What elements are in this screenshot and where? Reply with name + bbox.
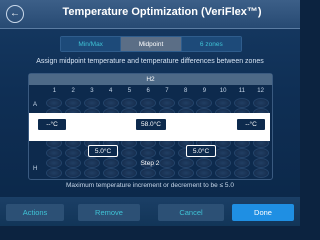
decrement-label: °C decrement xyxy=(83,131,121,137)
column-number: 9 xyxy=(202,88,207,94)
tab-midpoint[interactable]: Midpoint xyxy=(120,37,181,51)
column-number: 12 xyxy=(257,88,264,94)
zone-6-label: Zone 6 xyxy=(240,131,260,137)
plate-well[interactable] xyxy=(83,168,100,178)
column-number: 2 xyxy=(71,88,75,94)
increment-label: °C increment xyxy=(182,131,218,137)
zone-6-temp-field[interactable]: --°C xyxy=(236,118,266,131)
plate-well[interactable] xyxy=(196,168,213,178)
tab-6-zones[interactable]: 6 zones xyxy=(180,37,241,51)
column-number: 11 xyxy=(238,88,245,94)
actions-button[interactable]: Actions xyxy=(6,204,64,221)
decrement-field[interactable]: 5.0°C xyxy=(88,145,118,157)
plate-well[interactable] xyxy=(215,168,232,178)
right-arrow-line xyxy=(166,123,234,124)
page-title: Temperature Optimization (VeriFlex™) xyxy=(62,6,262,18)
midpoint-label: Midpoint xyxy=(138,131,162,137)
zone-1-temp-field[interactable]: --°C xyxy=(37,118,67,131)
right-arrow-icon: ▶ xyxy=(228,120,233,126)
left-arrow-line xyxy=(66,123,134,124)
midpoint-temp-field[interactable]: 58.0°C xyxy=(135,118,167,131)
increment-field[interactable]: 5.0°C xyxy=(186,145,216,157)
column-number: 4 xyxy=(108,88,113,94)
max-note: Maximum temperature increment or decreme… xyxy=(66,182,234,189)
column-number: 1 xyxy=(52,88,57,94)
column-numbers: 1 2 3 4 5 6 7 8 9 10 11 12 xyxy=(45,88,270,96)
plate-well[interactable] xyxy=(46,98,63,108)
plate-well[interactable] xyxy=(158,168,175,178)
plate-well[interactable] xyxy=(46,148,63,158)
plate-well[interactable] xyxy=(65,98,82,108)
column-number: 10 xyxy=(219,88,227,94)
done-button[interactable]: Done xyxy=(232,204,294,221)
plate-well[interactable] xyxy=(102,98,119,108)
plate-well[interactable] xyxy=(177,168,194,178)
plate-well[interactable] xyxy=(121,148,138,158)
step-label: Step 2 xyxy=(140,160,160,167)
plate-well[interactable] xyxy=(196,98,213,108)
column-number: 7 xyxy=(165,88,169,94)
instruction-text: Assign midpoint temperature and temperat… xyxy=(36,58,264,65)
plate-well[interactable] xyxy=(102,168,119,178)
remove-button[interactable]: Remove xyxy=(78,204,140,221)
tab-min-max[interactable]: Min/Max xyxy=(61,37,121,51)
plate-well[interactable] xyxy=(233,168,250,178)
plate-well[interactable] xyxy=(252,168,269,178)
plate-well[interactable] xyxy=(121,168,138,178)
plate-well[interactable] xyxy=(233,148,250,158)
plate-well[interactable] xyxy=(46,168,63,178)
plate-well[interactable] xyxy=(83,98,100,108)
column-number: 3 xyxy=(90,88,94,94)
plate-well[interactable] xyxy=(177,98,194,108)
plate-well[interactable] xyxy=(215,148,232,158)
zone-1-label: Zone 1 xyxy=(41,131,61,137)
plate-well[interactable] xyxy=(121,98,138,108)
column-number: 5 xyxy=(127,88,132,94)
plate-well[interactable] xyxy=(158,148,175,158)
back-arrow-icon[interactable]: ← xyxy=(6,5,24,23)
plate-well[interactable] xyxy=(252,148,269,158)
left-arrow-icon: ◀ xyxy=(66,120,71,126)
plate-well[interactable] xyxy=(140,168,157,178)
plate-well[interactable] xyxy=(65,148,82,158)
plate-well[interactable] xyxy=(140,98,157,108)
plate-well[interactable] xyxy=(215,98,232,108)
plate-well[interactable] xyxy=(65,168,82,178)
column-number: 8 xyxy=(183,88,188,94)
plate-well[interactable] xyxy=(252,98,269,108)
plate-well[interactable] xyxy=(140,148,157,158)
screen: ← Temperature Optimization (VeriFlex™) M… xyxy=(0,0,300,226)
header-bar: ← Temperature Optimization (VeriFlex™) xyxy=(0,0,300,29)
column-number: 6 xyxy=(146,88,150,94)
plate-header: H2 xyxy=(29,74,272,85)
cancel-button[interactable]: Cancel xyxy=(158,204,224,221)
plate-well[interactable] xyxy=(233,98,250,108)
mode-segmented-control: Min/Max Midpoint 6 zones xyxy=(60,36,242,52)
row-label-a: A xyxy=(33,102,38,108)
plate-well[interactable] xyxy=(158,98,175,108)
